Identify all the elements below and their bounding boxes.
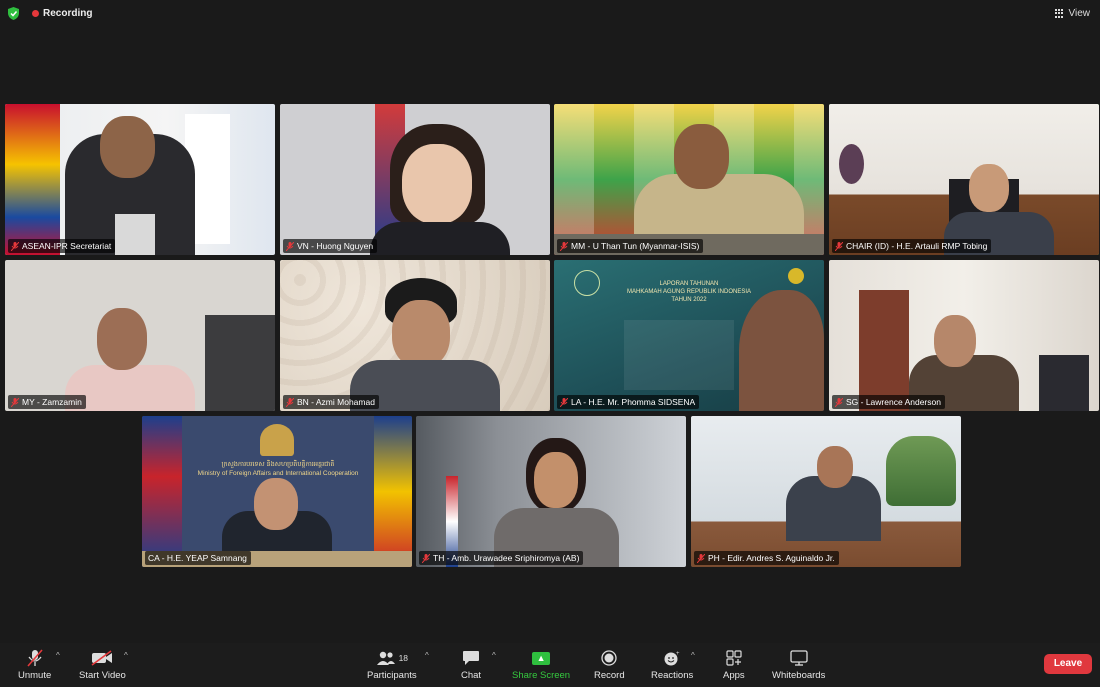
participant-name: ASEAN-IPR Secretariat (8, 239, 116, 253)
video-tile-asean-ipr[interactable]: ASEAN-IPR Secretariat (5, 104, 275, 255)
participants-count: 18 (398, 653, 409, 663)
emblem-icon (574, 270, 600, 296)
mic-muted-icon (27, 649, 43, 667)
recording-label: Recording (43, 8, 93, 19)
video-options-caret-icon[interactable]: ^ (124, 651, 128, 660)
chat-button[interactable]: Chat (461, 649, 481, 681)
chat-icon (463, 651, 480, 665)
record-icon (601, 650, 617, 666)
participant-name: MM - U Than Tun (Myanmar-ISIS) (557, 239, 704, 253)
mic-muted-icon (11, 241, 19, 251)
video-tile-mm[interactable]: MM - U Than Tun (Myanmar-ISIS) (554, 104, 824, 255)
grid-view-icon (1054, 8, 1065, 19)
video-tile-chair-id[interactable]: CHAIR (ID) - H.E. Artauli RMP Tobing (829, 104, 1099, 255)
leave-button[interactable]: Leave (1044, 654, 1092, 674)
reactions-button[interactable]: + Reactions (651, 649, 693, 681)
participant-name: VN - Huong Nguyen (283, 239, 378, 253)
mic-muted-icon (286, 397, 294, 407)
start-video-button[interactable]: Start Video (79, 649, 126, 681)
participant-name: LA - H.E. Mr. Phomma SIDSENA (557, 395, 700, 409)
video-tile-ph[interactable]: PH - Edir. Andres S. Aguinaldo Jr. (691, 416, 961, 567)
top-bar: Recording View (0, 0, 1100, 28)
share-screen-icon: ▲ (532, 651, 551, 665)
emblem-icon (260, 424, 294, 456)
recording-dot-icon (32, 10, 39, 17)
mic-muted-icon (835, 241, 843, 251)
mic-muted-icon (11, 397, 19, 407)
reactions-options-caret-icon[interactable]: ^ (691, 651, 695, 660)
mic-muted-icon (286, 241, 294, 251)
ca-header-khmer: ក្រសួងការបរទេស និងសហប្រតិបត្តិការអន្តរជា… (221, 461, 335, 468)
record-button[interactable]: Record (594, 649, 625, 681)
whiteboards-button[interactable]: Whiteboards (772, 649, 825, 681)
video-tile-my[interactable]: MY - Zamzamin (5, 260, 275, 411)
participants-options-caret-icon[interactable]: ^ (425, 651, 429, 660)
view-label: View (1068, 8, 1091, 19)
participants-button[interactable]: 18 Participants (367, 649, 417, 681)
recording-indicator[interactable]: Recording (32, 8, 92, 19)
share-screen-button[interactable]: ▲ Share Screen (512, 649, 570, 681)
participant-name: MY - Zamzamin (8, 395, 86, 409)
svg-text:+: + (676, 651, 680, 657)
video-tile-bn[interactable]: BN - Azmi Mohamad (280, 260, 550, 411)
shield-check-icon[interactable] (8, 7, 19, 20)
mic-muted-icon (560, 397, 568, 407)
mic-muted-icon (560, 241, 568, 251)
ca-ministry-text: Ministry of Foreign Affairs and Internat… (197, 470, 359, 477)
la-title-line2: MAHKAMAH AGUNG REPUBLIK INDONESIA (626, 289, 752, 295)
participant-name: CHAIR (ID) - H.E. Artauli RMP Tobing (832, 239, 992, 253)
whiteboard-icon (790, 650, 808, 666)
mic-muted-icon (835, 397, 843, 407)
apps-button[interactable]: Apps (723, 649, 745, 681)
video-tile-la[interactable]: LAPORAN TAHUNAN MAHKAMAH AGUNG REPUBLIK … (554, 260, 824, 411)
chat-options-caret-icon[interactable]: ^ (492, 651, 496, 660)
la-title-line1: LAPORAN TAHUNAN (659, 281, 719, 287)
video-tile-th[interactable]: TH - Amb. Urawadee Sriphiromya (AB) (416, 416, 686, 567)
video-tile-sg[interactable]: SG - Lawrence Anderson (829, 260, 1099, 411)
participant-name: PH - Edir. Andres S. Aguinaldo Jr. (694, 551, 839, 565)
seal-icon (788, 268, 804, 284)
video-off-icon (91, 650, 113, 666)
unmute-button[interactable]: Unmute (18, 649, 51, 681)
unmute-options-caret-icon[interactable]: ^ (56, 651, 60, 660)
reactions-smiley-icon: + (664, 651, 680, 666)
mic-muted-icon (697, 553, 705, 563)
mic-muted-icon (422, 553, 430, 563)
la-title-line3: TAHUN 2022 (671, 297, 707, 303)
video-tile-ca[interactable]: ក្រសួងការបរទេស និងសហប្រតិបត្តិការអន្តរជា… (142, 416, 412, 567)
participant-name: SG - Lawrence Anderson (832, 395, 945, 409)
meeting-toolbar: Unmute ^ Start Video ^ 18 Participants ^ (0, 643, 1100, 687)
participant-name: TH - Amb. Urawadee Sriphiromya (AB) (419, 551, 584, 565)
participants-icon (376, 651, 395, 665)
apps-icon (726, 650, 742, 666)
view-button[interactable]: View (1054, 8, 1091, 19)
video-tile-vn[interactable]: VN - Huong Nguyen (280, 104, 550, 255)
participant-name: BN - Azmi Mohamad (283, 395, 379, 409)
participant-name: CA - H.E. YEAP Samnang (145, 551, 251, 565)
